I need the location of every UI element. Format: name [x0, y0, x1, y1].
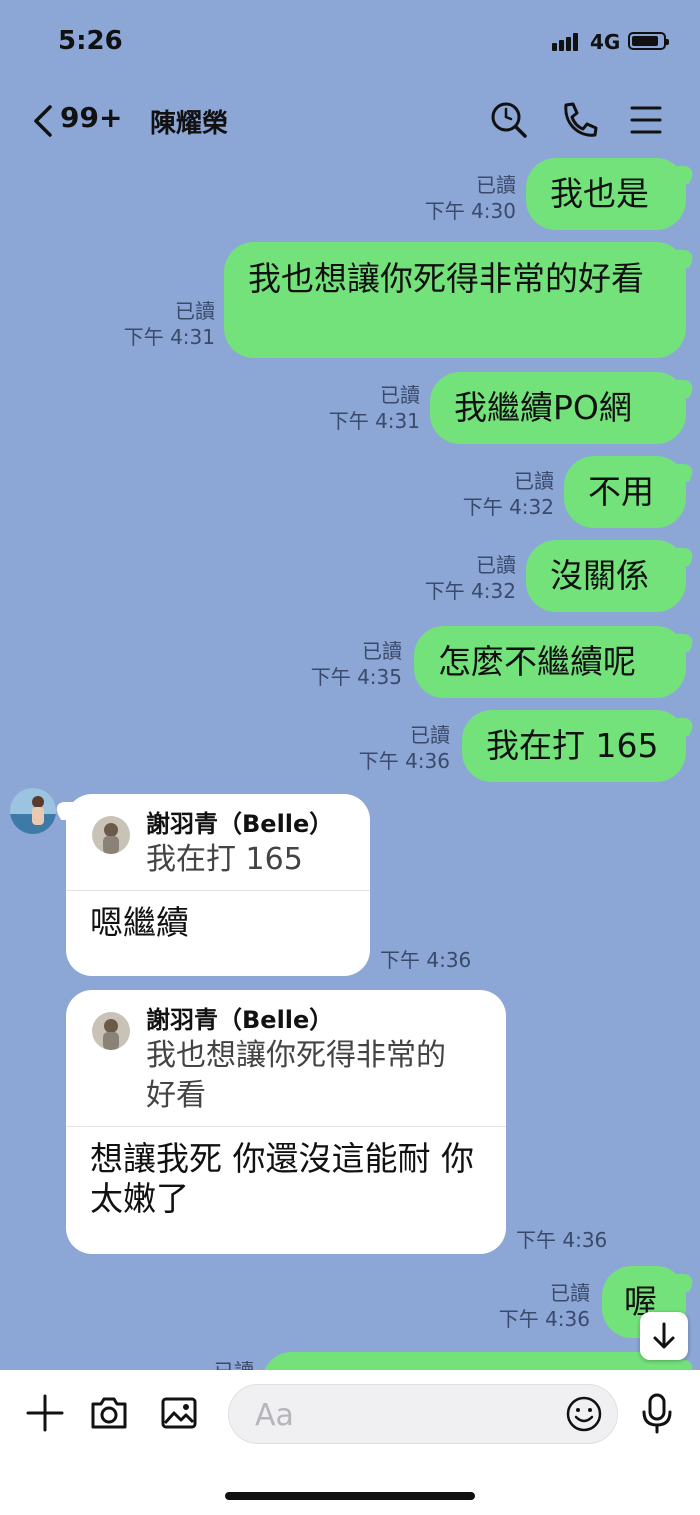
quoted-sender-name: 謝羽青（Belle）: [146, 810, 334, 838]
image-icon[interactable]: [158, 1392, 200, 1434]
message-time: 下午 4:31: [123, 325, 215, 349]
read-receipt: 已讀: [362, 639, 402, 663]
outgoing-message[interactable]: 我也想讓你死得非常的好看: [224, 242, 686, 358]
outgoing-message[interactable]: 我也是: [526, 158, 686, 230]
read-receipt: 已讀: [476, 553, 516, 577]
read-receipt: 已讀: [214, 1358, 254, 1370]
message-meta: 已讀 下午 4:35: [311, 638, 402, 690]
message-meta: 已讀 下午 4:31: [329, 382, 420, 434]
message-meta: 已讀 下午 4:36: [359, 722, 450, 774]
message-input[interactable]: [228, 1384, 618, 1444]
outgoing-message-partial[interactable]: [262, 1352, 686, 1370]
message-text: 沒關係: [550, 556, 649, 595]
emoji-icon[interactable]: [565, 1395, 603, 1433]
message-text: 我繼續PO網: [454, 388, 632, 427]
arrow-down-icon: [653, 1322, 675, 1349]
chat-header: 99+ 陳耀榮: [0, 85, 700, 155]
menu-icon[interactable]: [624, 97, 670, 143]
read-receipt: 已讀: [175, 299, 215, 323]
message-meta: 已讀 下午 4:32: [425, 552, 516, 604]
home-indicator: [225, 1492, 475, 1500]
outgoing-message[interactable]: 我在打 165: [462, 710, 686, 782]
message-meta: 已讀 下午 4:36: [499, 1280, 590, 1332]
outgoing-message[interactable]: 不用: [564, 456, 686, 528]
status-bar: 5:26 4G: [0, 0, 700, 80]
network-type: 4G: [590, 30, 621, 54]
message-text: 不用: [588, 472, 654, 511]
battery-icon: [628, 32, 669, 50]
message-time: 下午 4:30: [424, 199, 516, 223]
unread-count[interactable]: 99+: [60, 101, 122, 134]
status-time: 5:26: [58, 26, 123, 56]
quoted-sender-name: 謝羽青（Belle）: [146, 1006, 334, 1034]
message-meta: 已讀 下午 4:31: [124, 298, 215, 350]
message-text: 想讓我死 你還沒這能耐 你太嫩了: [90, 1139, 474, 1218]
outgoing-message[interactable]: 怎麼不繼續呢: [414, 626, 686, 698]
incoming-message[interactable]: 謝羽青（Belle） 我在打 165 嗯繼續: [50, 794, 370, 976]
message-text: 我也想讓你死得非常的好看: [248, 259, 644, 298]
read-receipt: 已讀: [476, 173, 516, 197]
quoted-message[interactable]: 謝羽青（Belle） 我也想讓你死得非常的好看: [66, 990, 506, 1127]
message-text: 怎麼不繼續呢: [438, 642, 636, 681]
quoted-text: 我在打 165: [146, 842, 303, 877]
quoted-sender-avatar: [92, 1012, 130, 1050]
signal-icon: [552, 32, 580, 51]
message-time: 下午 4:36: [516, 1228, 608, 1252]
incoming-message[interactable]: 謝羽青（Belle） 我也想讓你死得非常的好看 想讓我死 你還沒這能耐 你太嫩了: [66, 990, 506, 1254]
phone-icon[interactable]: [556, 97, 602, 143]
search-icon[interactable]: [486, 97, 532, 143]
plus-icon[interactable]: [24, 1392, 66, 1434]
message-meta: 已讀: [214, 1358, 254, 1370]
contact-avatar[interactable]: [10, 788, 56, 834]
message-text: 嗯繼續: [90, 903, 189, 942]
message-text: 我在打 165: [486, 726, 659, 765]
message-time: 下午 4:31: [328, 409, 420, 433]
message-time: 下午 4:32: [462, 495, 554, 519]
camera-icon[interactable]: [88, 1392, 130, 1434]
message-time: 下午 4:36: [358, 749, 450, 773]
message-text: 我也是: [550, 174, 649, 213]
message-time: 下午 4:35: [310, 665, 402, 689]
message-list[interactable]: 已讀 下午 4:30 我也是 已讀 下午 4:31 我也想讓你死得非常的好看 已…: [0, 150, 700, 1370]
message-time: 下午 4:36: [498, 1307, 590, 1331]
message-text-field[interactable]: [253, 1393, 557, 1437]
message-input-bar: [0, 1370, 700, 1515]
quoted-sender-avatar: [92, 816, 130, 854]
quoted-text: 我也想讓你死得非常的好看: [146, 1038, 446, 1113]
message-time: 下午 4:32: [424, 579, 516, 603]
chat-title[interactable]: 陳耀榮: [150, 103, 228, 140]
scroll-to-bottom-button[interactable]: [640, 1312, 688, 1360]
message-meta: 已讀 下午 4:30: [425, 172, 516, 224]
message-time: 下午 4:36: [380, 948, 472, 972]
quoted-message[interactable]: 謝羽青（Belle） 我在打 165: [66, 794, 370, 891]
read-receipt: 已讀: [550, 1281, 590, 1305]
read-receipt: 已讀: [514, 469, 554, 493]
outgoing-message[interactable]: 沒關係: [526, 540, 686, 612]
microphone-icon[interactable]: [636, 1392, 678, 1434]
read-receipt: 已讀: [410, 723, 450, 747]
message-meta: 已讀 下午 4:32: [463, 468, 554, 520]
read-receipt: 已讀: [380, 383, 420, 407]
outgoing-message[interactable]: 我繼續PO網: [430, 372, 686, 444]
